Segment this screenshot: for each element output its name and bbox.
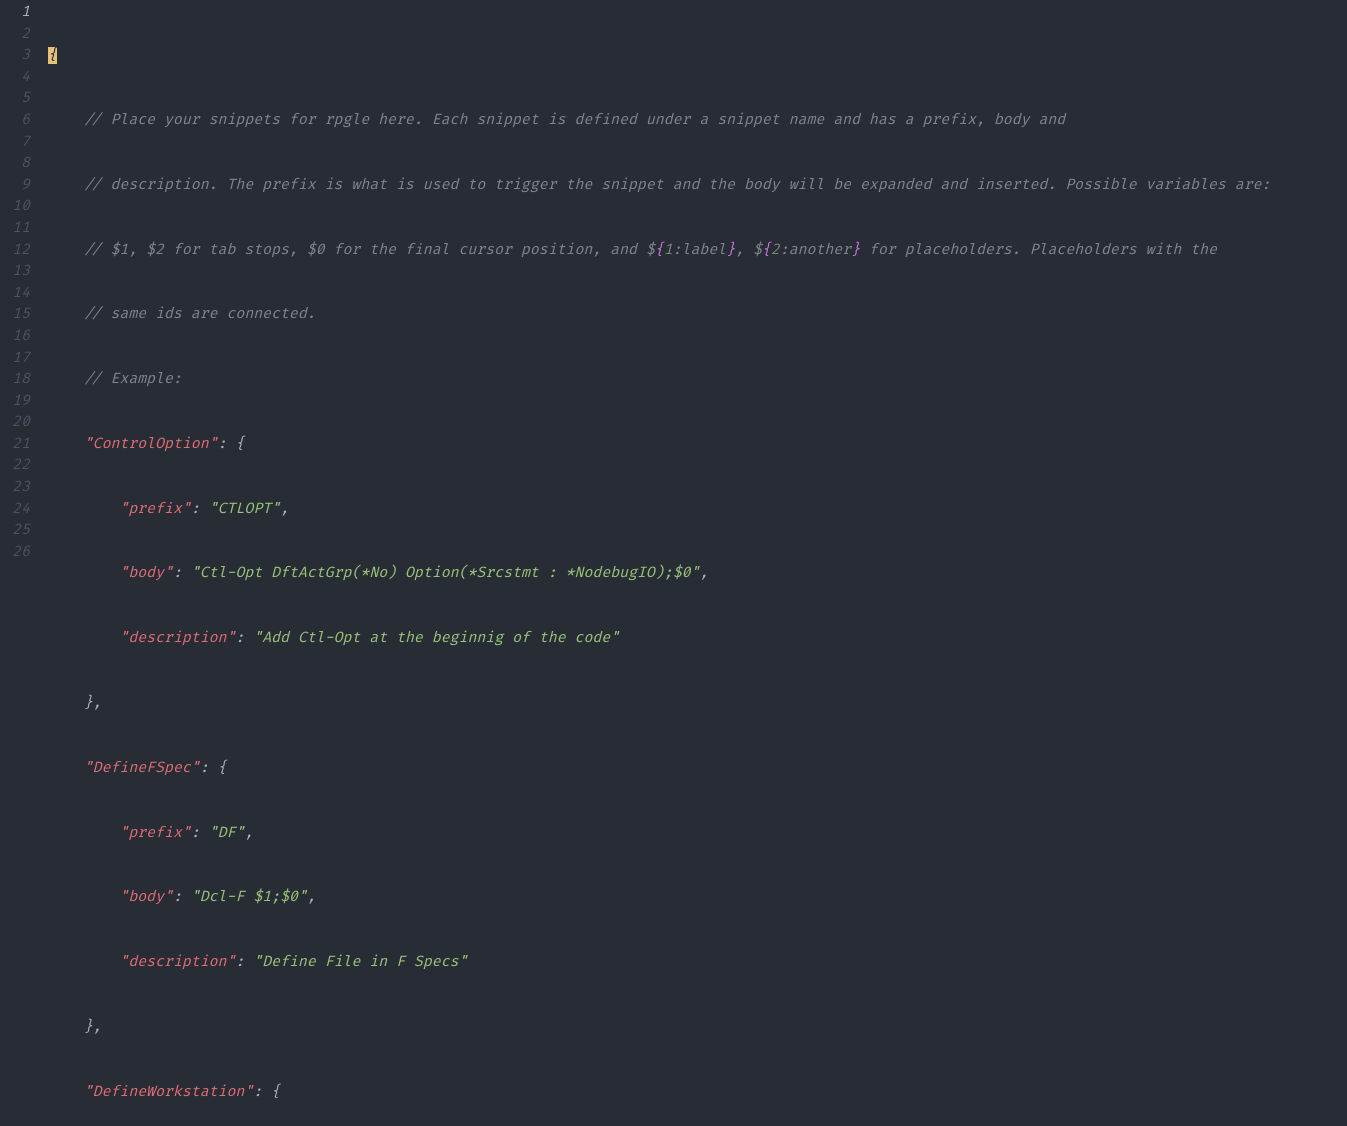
line-number: 10 [0,196,30,218]
line-number: 24 [0,499,30,521]
line-number: 4 [0,67,30,89]
code-content[interactable]: { // Place your snippets for rpgle here.… [48,0,1347,563]
line-number: 23 [0,477,30,499]
cursor-selection: { [48,47,57,64]
line-number: 12 [0,240,30,262]
line-number: 19 [0,391,30,413]
line-number: 18 [0,369,30,391]
line-number: 16 [0,326,30,348]
json-key: "DefineWorkstation" [84,1084,254,1101]
line-number: 6 [0,110,30,132]
json-key: "prefix" [119,825,190,842]
json-string: "CTLOPT" [209,501,280,518]
line-number: 15 [0,304,30,326]
line-number: 25 [0,520,30,542]
json-key: "ControlOption" [84,436,218,453]
line-number: 22 [0,455,30,477]
line-number: 5 [0,88,30,110]
code-editor[interactable]: 1234567891011121314151617181920212223242… [0,0,1347,563]
json-string: "Dcl-F $1;$0" [191,889,307,906]
json-key: "DefineFSpec" [84,760,200,777]
json-key: "body" [119,889,173,906]
comment-text: // $1, $2 for tab stops, $0 for the fina… [84,242,1226,259]
line-number: 1 [0,2,30,24]
line-number: 8 [0,153,30,175]
comment-text: // Place your snippets for rpgle here. E… [84,112,1066,129]
line-number: 20 [0,412,30,434]
line-number: 11 [0,218,30,240]
line-number: 17 [0,348,30,370]
json-string: "Add Ctl-Opt at the beginnig of the code… [253,630,619,647]
json-string: "Define File in F Specs" [253,954,467,971]
comment-text: // Example: [84,371,182,388]
line-number: 21 [0,434,30,456]
line-number: 14 [0,283,30,305]
line-number: 9 [0,175,30,197]
line-number: 7 [0,132,30,154]
line-number: 3 [0,45,30,67]
json-key: "description" [119,954,235,971]
json-string: "Ctl-Opt DftActGrp(*No) Option(*Srcstmt … [191,565,700,582]
line-number: 2 [0,24,30,46]
comment-text: // description. The prefix is what is us… [84,177,1271,194]
json-key: "prefix" [119,501,190,518]
json-key: "body" [119,565,173,582]
json-string: "DF" [209,825,245,842]
line-number: 26 [0,542,30,564]
comment-text: // same ids are connected. [84,306,316,323]
line-number-gutter: 1234567891011121314151617181920212223242… [0,0,48,563]
json-key: "description" [119,630,235,647]
line-number: 13 [0,261,30,283]
